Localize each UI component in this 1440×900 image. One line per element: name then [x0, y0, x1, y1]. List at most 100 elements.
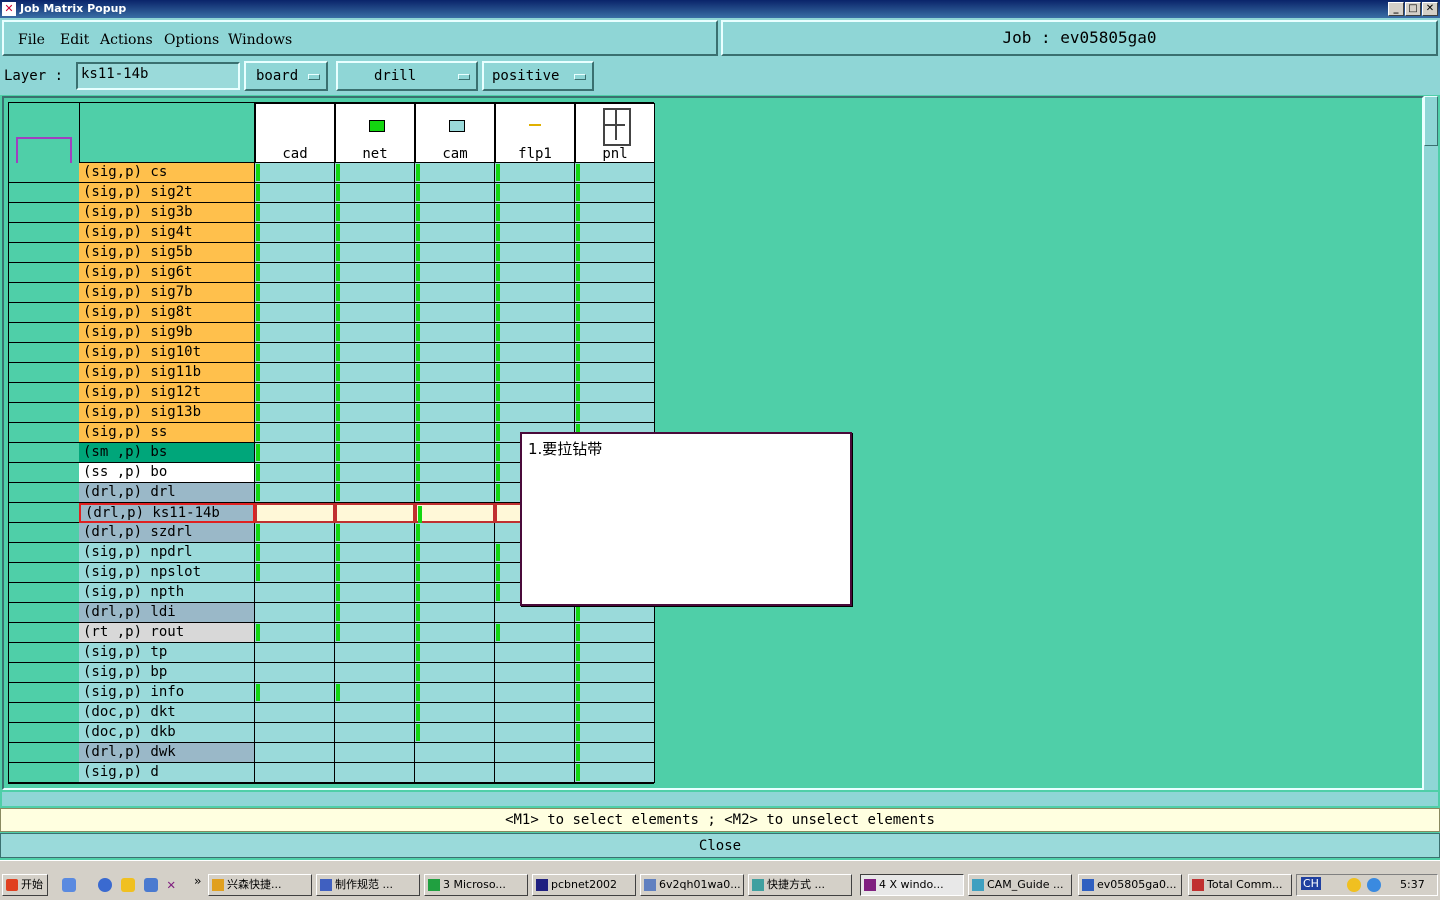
matrix-cell[interactable] — [415, 323, 495, 343]
tray-icon[interactable] — [1367, 878, 1381, 892]
matrix-cell[interactable] — [415, 743, 495, 763]
horizontal-scrollbar[interactable] — [2, 792, 1438, 806]
matrix-cell[interactable] — [255, 363, 335, 383]
row-header[interactable] — [9, 523, 79, 543]
more-icon[interactable]: » — [194, 874, 201, 888]
matrix-cell[interactable] — [335, 563, 415, 583]
row-header[interactable] — [9, 703, 79, 723]
row-header[interactable] — [9, 283, 79, 303]
matrix-cell[interactable] — [415, 463, 495, 483]
matrix-cell[interactable] — [415, 283, 495, 303]
layer-name[interactable]: (sig,p) sig2t — [79, 183, 255, 203]
matrix-cell[interactable] — [255, 323, 335, 343]
matrix-cell[interactable] — [495, 323, 575, 343]
matrix-cell[interactable] — [575, 183, 655, 203]
layer-name[interactable]: (drl,p) ldi — [79, 603, 255, 623]
layer-name[interactable]: (sig,p) npdrl — [79, 543, 255, 563]
matrix-cell[interactable] — [335, 363, 415, 383]
layer-name[interactable]: (drl,p) drl — [79, 483, 255, 503]
row-header[interactable] — [9, 423, 79, 443]
layer-name[interactable]: (ss ,p) bo — [79, 463, 255, 483]
matrix-cell[interactable] — [415, 723, 495, 743]
matrix-cell[interactable] — [255, 543, 335, 563]
close-window-button[interactable]: ✕ — [1422, 2, 1438, 16]
language-indicator[interactable]: CH — [1301, 877, 1321, 890]
matrix-cell[interactable] — [255, 463, 335, 483]
matrix-cell[interactable] — [335, 643, 415, 663]
matrix-cell[interactable] — [575, 343, 655, 363]
layer-name[interactable]: (drl,p) dwk — [79, 743, 255, 763]
matrix-cell[interactable] — [255, 503, 335, 523]
ie-icon[interactable] — [98, 878, 112, 892]
row-header[interactable] — [9, 583, 79, 603]
matrix-cell[interactable] — [495, 163, 575, 183]
matrix-cell[interactable] — [415, 423, 495, 443]
matrix-cell[interactable] — [495, 303, 575, 323]
row-header[interactable] — [9, 463, 79, 483]
matrix-cell[interactable] — [575, 623, 655, 643]
layer-name[interactable]: (sig,p) sig10t — [79, 343, 255, 363]
matrix-cell[interactable] — [495, 383, 575, 403]
app-icon[interactable] — [121, 878, 135, 892]
matrix-cell[interactable] — [415, 483, 495, 503]
layer-name[interactable]: (sig,p) sig8t — [79, 303, 255, 323]
matrix-cell[interactable] — [575, 383, 655, 403]
matrix-cell[interactable] — [575, 763, 655, 783]
matrix-cell[interactable] — [415, 363, 495, 383]
matrix-cell[interactable] — [335, 283, 415, 303]
matrix-cell[interactable] — [495, 343, 575, 363]
matrix-cell[interactable] — [495, 603, 575, 623]
layer-name[interactable]: (sig,p) bp — [79, 663, 255, 683]
matrix-cell[interactable] — [495, 643, 575, 663]
matrix-cell[interactable] — [335, 383, 415, 403]
matrix-cell[interactable] — [255, 743, 335, 763]
layer-name[interactable]: (doc,p) dkt — [79, 703, 255, 723]
matrix-cell[interactable] — [575, 243, 655, 263]
matrix-cell[interactable] — [255, 683, 335, 703]
taskbar-button[interactable]: ev05805ga0... — [1078, 874, 1182, 896]
matrix-cell[interactable] — [495, 223, 575, 243]
matrix-cell[interactable] — [575, 743, 655, 763]
row-header[interactable] — [9, 503, 79, 523]
matrix-cell[interactable] — [255, 203, 335, 223]
layer-name[interactable]: (sig,p) sig12t — [79, 383, 255, 403]
matrix-cell[interactable] — [495, 203, 575, 223]
matrix-cell[interactable] — [495, 663, 575, 683]
matrix-cell[interactable] — [255, 223, 335, 243]
matrix-cell[interactable] — [495, 743, 575, 763]
matrix-cell[interactable] — [495, 363, 575, 383]
row-header[interactable] — [9, 243, 79, 263]
layer-name[interactable]: (sig,p) ss — [79, 423, 255, 443]
layer-name[interactable]: (sig,p) sig7b — [79, 283, 255, 303]
step-column-pnl[interactable]: pnl — [575, 103, 655, 163]
menu-windows[interactable]: Windows — [228, 32, 292, 48]
matrix-cell[interactable] — [575, 683, 655, 703]
matrix-cell[interactable] — [335, 303, 415, 323]
window-titlebar[interactable]: ✕ Job Matrix Popup _ □ ✕ — [0, 0, 1440, 18]
matrix-cell[interactable] — [575, 663, 655, 683]
matrix-cell[interactable] — [255, 163, 335, 183]
row-header[interactable] — [9, 663, 79, 683]
row-header[interactable] — [9, 683, 79, 703]
matrix-cell[interactable] — [335, 243, 415, 263]
row-header[interactable] — [9, 183, 79, 203]
layer-name-input[interactable]: ks11-14b — [76, 62, 240, 90]
start-button[interactable]: 开始 — [2, 874, 48, 896]
row-header[interactable] — [9, 323, 79, 343]
row-header[interactable] — [9, 763, 79, 783]
layer-name[interactable]: (sig,p) sig5b — [79, 243, 255, 263]
matrix-cell[interactable] — [575, 703, 655, 723]
row-header[interactable] — [9, 563, 79, 583]
tray-icon[interactable] — [1347, 878, 1361, 892]
layer-name[interactable]: (sig,p) sig9b — [79, 323, 255, 343]
matrix-cell[interactable] — [495, 183, 575, 203]
matrix-cell[interactable] — [415, 343, 495, 363]
matrix-cell[interactable] — [575, 723, 655, 743]
matrix-cell[interactable] — [415, 383, 495, 403]
matrix-cell[interactable] — [495, 703, 575, 723]
row-header[interactable] — [9, 603, 79, 623]
matrix-cell[interactable] — [415, 303, 495, 323]
layer-name[interactable]: (sig,p) sig13b — [79, 403, 255, 423]
matrix-cell[interactable] — [575, 363, 655, 383]
matrix-cell[interactable] — [575, 643, 655, 663]
